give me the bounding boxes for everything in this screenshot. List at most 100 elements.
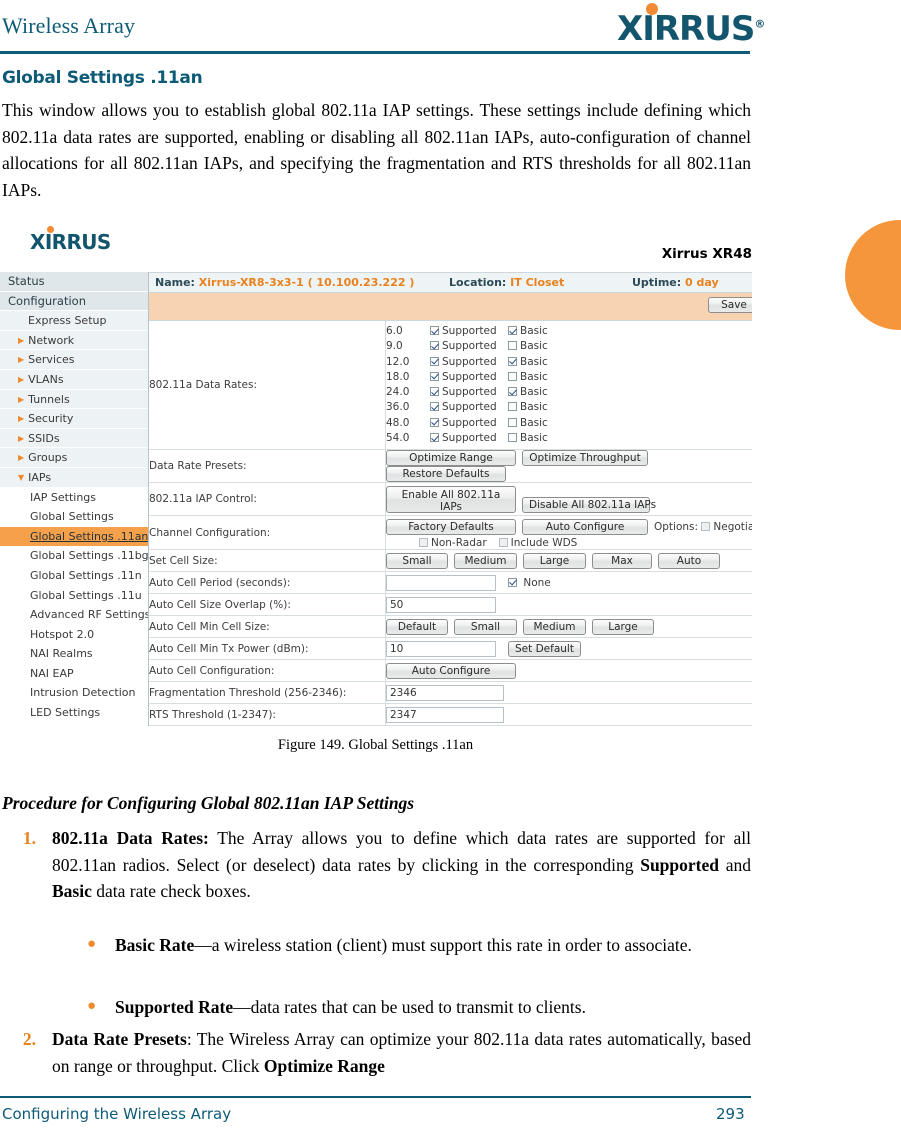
sidebar-item-iap-settings[interactable]: IAP Settings: [0, 487, 148, 508]
sidebar-item-network[interactable]: ▶ Network: [0, 330, 148, 351]
channel-options-label: Options:: [654, 520, 699, 533]
supported-label: Supported: [442, 340, 497, 353]
sidebar-item-vlans[interactable]: ▶ VLANs: [0, 369, 148, 390]
sidebar-item-label: Advanced RF Settings: [30, 608, 148, 622]
sidebar-item-intrusion-detection[interactable]: Intrusion Detection: [0, 683, 148, 704]
step-bold-lead: 802.11a Data Rates:: [52, 828, 209, 848]
cell-size-medium-button[interactable]: Medium: [454, 552, 517, 569]
supported-checkbox[interactable]: [430, 433, 439, 443]
supported-checkbox[interactable]: [430, 387, 439, 397]
sidebar-item-configuration[interactable]: Configuration: [0, 291, 148, 312]
table-row-set-cell-size: Set Cell Size: Small Medium Large Max Auto: [149, 549, 752, 573]
step-text: and: [719, 854, 751, 875]
rts-threshold-input[interactable]: 2347: [386, 706, 504, 723]
basic-checkbox[interactable]: [508, 387, 517, 397]
basic-label: Basic: [520, 416, 548, 429]
supported-checkbox[interactable]: [430, 371, 439, 381]
auto-cell-auto-configure-button[interactable]: Auto Configure: [386, 662, 516, 679]
min-cell-size-small-button[interactable]: Small: [454, 618, 517, 635]
supported-checkbox[interactable]: [430, 326, 439, 335]
data-rate-row: 18.0 Supported Basic: [386, 370, 752, 385]
include-wds-checkbox[interactable]: [498, 537, 508, 547]
sidebar-item-hotspot-20[interactable]: Hotspot 2.0: [0, 624, 148, 645]
factory-defaults-button[interactable]: Factory Defaults: [386, 518, 516, 535]
auto-cell-period-input[interactable]: [386, 574, 496, 591]
min-cell-size-default-button[interactable]: Default: [386, 618, 448, 635]
auto-cell-min-tx-input[interactable]: 10: [386, 640, 496, 657]
auto-configure-button[interactable]: Auto Configure: [522, 518, 648, 535]
supported-checkbox[interactable]: [430, 341, 439, 351]
basic-checkbox[interactable]: [508, 417, 517, 427]
non-radar-label: Non-Radar: [431, 536, 487, 549]
supported-checkbox[interactable]: [430, 356, 439, 366]
sidebar-item-global-settings[interactable]: Global Settings: [0, 507, 148, 527]
non-radar-checkbox[interactable]: [419, 537, 428, 547]
procedure-step-1: 1. 802.11a Data Rates: The Array allows y…: [23, 825, 751, 905]
table-row-fragmentation-threshold: Fragmentation Threshold (256-2346): 2346: [149, 681, 752, 705]
basic-checkbox[interactable]: [508, 341, 517, 351]
sidebar-item-label: Configuration: [8, 293, 86, 308]
sidebar-item-tunnels[interactable]: ▶ Tunnels: [0, 389, 148, 410]
device-location-field: Location: IT Closet: [449, 273, 564, 292]
cell-size-max-button[interactable]: Max: [592, 552, 652, 569]
device-name-value: Xirrus-XR8-3x3-1 ( 10.100.23.222 ): [198, 276, 415, 289]
basic-checkbox[interactable]: [508, 326, 517, 335]
step-number: 1.: [22, 828, 36, 848]
auto-cell-min-tx-cell: 10 Set Default: [385, 637, 752, 661]
sidebar-item-global-settings-11n[interactable]: Global Settings .11n: [0, 565, 148, 586]
cell-size-small-button[interactable]: Small: [386, 552, 448, 569]
header-divider: [0, 51, 750, 54]
table-row-data-rate-presets: Data Rate Presets: Optimize Range Optimiz…: [149, 449, 752, 484]
auto-cell-overlap-input[interactable]: 50: [386, 596, 496, 613]
sidebar-item-global-settings-11bgn[interactable]: Global Settings .11bgn: [0, 546, 148, 566]
enable-all-80211a-iaps-button[interactable]: Enable All 802.11a IAPs: [386, 485, 516, 513]
sidebar-item-nai-realms[interactable]: NAI Realms: [0, 644, 148, 664]
min-cell-size-medium-button[interactable]: Medium: [523, 618, 586, 635]
save-button[interactable]: Save: [708, 297, 752, 313]
footer-page-number: 293: [716, 1105, 745, 1123]
table-row-auto-cell-period: Auto Cell Period (seconds): None: [149, 571, 752, 595]
basic-checkbox[interactable]: [508, 371, 517, 381]
sidebar-item-led-settings[interactable]: LED Settings: [0, 703, 148, 723]
basic-label: Basic: [520, 401, 548, 414]
sidebar-item-groups[interactable]: ▶ Groups: [0, 448, 148, 468]
supported-checkbox[interactable]: [430, 417, 439, 427]
sidebar-item-advanced-rf-settings[interactable]: Advanced RF Settings: [0, 605, 148, 625]
sidebar-item-global-settings-11an[interactable]: Global Settings .11an: [0, 526, 148, 547]
sidebar-item-ssids[interactable]: ▶ SSIDs: [0, 428, 148, 449]
negotiate-checkbox[interactable]: [701, 521, 711, 531]
supported-checkbox[interactable]: [430, 402, 439, 412]
sidebar-item-nai-eap[interactable]: NAI EAP: [0, 663, 148, 684]
restore-defaults-button[interactable]: Restore Defaults: [386, 466, 506, 483]
data-rate-value: 9.0: [386, 340, 403, 353]
row-label: Auto Cell Configuration:: [149, 659, 386, 683]
data-rate-row: 12.0 Supported Basic: [386, 355, 752, 370]
step-bold-optimize-range: Optimize Range: [263, 1055, 385, 1076]
disable-all-80211a-iaps-button[interactable]: Disable All 802.11a IAPs: [522, 496, 656, 513]
optimize-range-button[interactable]: Optimize Range: [386, 450, 516, 467]
sidebar-item-services[interactable]: ▶ Services: [0, 350, 148, 370]
basic-label: Basic: [520, 386, 548, 399]
bullet-text: —data rates that can be used to transmit…: [233, 997, 586, 1017]
optimize-throughput-button[interactable]: Optimize Throughput: [522, 450, 648, 467]
basic-checkbox[interactable]: [508, 356, 517, 366]
sidebar-item-label: Global Settings: [30, 510, 114, 524]
table-row-channel-configuration: Channel Configuration: Factory Defaults A…: [149, 515, 752, 551]
auto-cell-period-none-checkbox[interactable]: [508, 577, 517, 587]
fragmentation-threshold-input[interactable]: 2346: [386, 684, 504, 701]
cell-size-auto-button[interactable]: Auto: [658, 552, 720, 569]
cell-size-large-button[interactable]: Large: [523, 552, 586, 569]
sidebar-item-status[interactable]: Status: [0, 272, 148, 292]
sidebar-item-security[interactable]: ▶ Security: [0, 409, 148, 429]
min-cell-size-large-button[interactable]: Large: [592, 618, 654, 635]
auto-cell-configuration-cell: Auto Configure: [385, 659, 752, 683]
basic-checkbox[interactable]: [508, 402, 517, 412]
set-default-button[interactable]: Set Default: [508, 640, 581, 657]
bullet-bold-lead: Basic Rate: [115, 935, 195, 955]
sidebar-item-global-settings-11u[interactable]: Global Settings .11u: [0, 585, 148, 606]
sidebar-item-iaps[interactable]: ▼ IAPs: [0, 467, 148, 488]
supported-label: Supported: [442, 432, 497, 445]
data-rate-row: 24.0 Supported Basic: [386, 385, 752, 400]
sidebar-item-express-setup[interactable]: Express Setup: [0, 311, 148, 331]
basic-checkbox[interactable]: [508, 433, 517, 443]
